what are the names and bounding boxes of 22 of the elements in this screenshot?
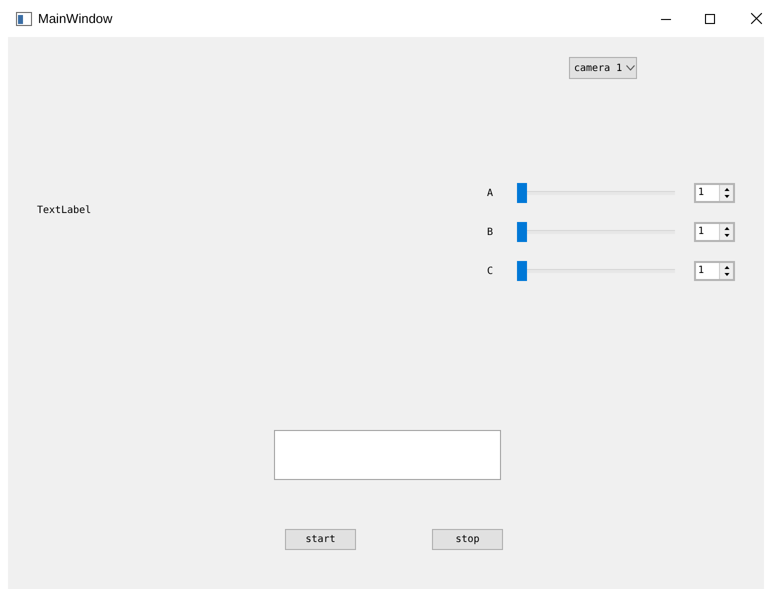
text-box[interactable] bbox=[274, 430, 501, 480]
slider-thumb[interactable] bbox=[517, 183, 527, 203]
camera-dropdown[interactable]: camera 1 bbox=[569, 57, 637, 79]
slider-thumb[interactable] bbox=[517, 261, 527, 281]
maximize-icon[interactable] bbox=[705, 14, 715, 24]
slider-track[interactable] bbox=[517, 222, 675, 242]
close-icon[interactable] bbox=[751, 13, 762, 24]
spin-box[interactable]: 1 bbox=[694, 261, 735, 281]
caret-icon bbox=[626, 65, 636, 71]
spin-box[interactable]: 1 bbox=[694, 222, 735, 242]
text-label: TextLabel bbox=[37, 204, 92, 217]
slider-track[interactable] bbox=[517, 261, 675, 281]
slider-label: A bbox=[487, 186, 494, 200]
window-title: MainWindow bbox=[38, 10, 112, 28]
spin-box[interactable]: 1 bbox=[694, 183, 735, 203]
action-button[interactable]: stop bbox=[432, 529, 503, 550]
slider-label: B bbox=[487, 226, 494, 240]
slider-track[interactable] bbox=[517, 183, 675, 203]
action-button[interactable]: start bbox=[285, 529, 356, 550]
slider-label: C bbox=[487, 264, 494, 278]
slider-thumb[interactable] bbox=[517, 222, 527, 242]
app-icon bbox=[16, 12, 32, 26]
